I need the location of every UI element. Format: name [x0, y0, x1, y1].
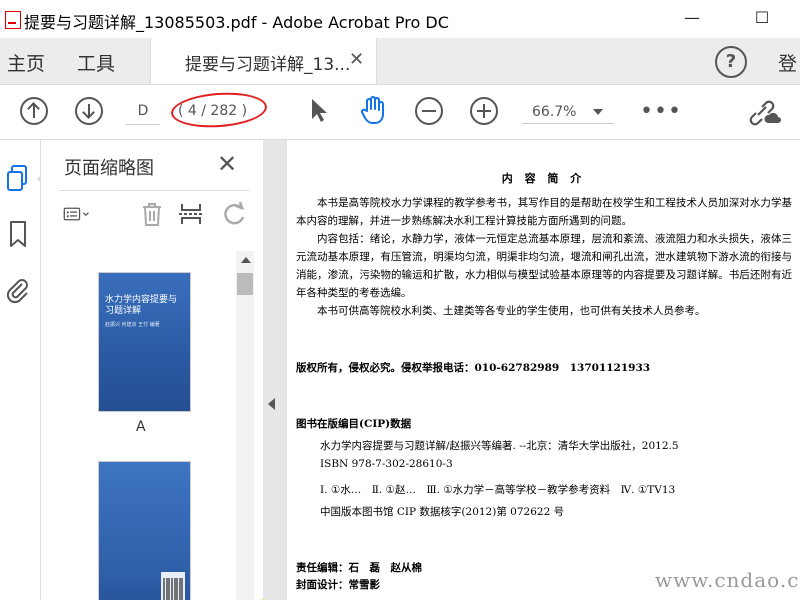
rotate-page-icon[interactable] [221, 200, 249, 228]
acrobat-icon [5, 11, 21, 29]
document-tab-label: 提要与习题详解_13... [185, 55, 351, 75]
bookmarks-icon[interactable] [8, 220, 28, 248]
options-menu-icon[interactable] [63, 200, 91, 228]
tab-home[interactable]: 主页 [7, 49, 45, 76]
hand-tool-icon[interactable] [358, 95, 388, 125]
page-number-input[interactable]: D [126, 98, 160, 125]
zoom-dropdown-icon[interactable] [593, 109, 603, 115]
delete-page-icon[interactable] [138, 200, 166, 228]
scrollbar-thumb[interactable] [237, 273, 253, 295]
cover-design-line: 封面设计：常雪影 [296, 579, 380, 591]
menu-tabbar: 主页 工具 提要与习题详解_13... ✕ ? 登 [0, 38, 800, 85]
cip-classification: Ⅰ. ①水… Ⅱ. ①赵… Ⅲ. ①水力学－高等学校－教学参考资料 Ⅳ. ①TV… [320, 484, 676, 496]
content-paragraph: 内容包括：绪论，水静力学，液体一元恒定总流基本原理，层流和紊流、液流阻力和水头损… [296, 233, 792, 299]
panel-title: 页面缩略图 [64, 158, 154, 179]
page-thumbnails-icon[interactable] [6, 164, 32, 192]
maximize-button[interactable]: ☐ [742, 8, 782, 30]
minimize-button[interactable]: — [672, 8, 712, 30]
cip-number: 中国版本图书馆 CIP 数据核字(2012)第 072622 号 [320, 506, 565, 518]
window-title: 提要与习题详解_13085503.pdf - Adobe Acrobat Pro… [24, 13, 449, 32]
cip-title-line: 水力学内容提要与习题详解/赵振兴等编著. --北京：清华大学出版社，2012.5 [320, 440, 679, 452]
navigation-rail [0, 140, 41, 600]
more-tools-icon[interactable]: ••• [640, 99, 682, 124]
extract-pages-icon[interactable] [177, 200, 205, 228]
tab-tools[interactable]: 工具 [77, 49, 115, 76]
red-circle-annotation [169, 89, 269, 131]
next-page-icon[interactable] [75, 97, 103, 125]
zoom-out-icon[interactable] [415, 97, 443, 125]
title-bar: 提要与习题详解_13085503.pdf - Adobe Acrobat Pro… [0, 0, 800, 38]
editor-line: 责任编辑：石 磊 赵从棉 [296, 562, 422, 574]
barcode-image [161, 572, 185, 600]
thumbnail-panel: 页面缩略图 ✕ 水力学内容提要与习题详解 赵振兴 何建京 王忖 编著 A [41, 140, 262, 600]
thumbnail-list: 水力学内容提要与习题详解 赵振兴 何建京 王忖 编著 A [41, 251, 262, 600]
intro-paragraph: 本书是高等院校水力学课程的教学参考书，其写作目的是帮助在校学生和工程技术人员加深… [296, 197, 792, 227]
share-link-icon[interactable] [748, 95, 782, 127]
document-tab[interactable]: 提要与习题详解_13... ✕ [150, 38, 377, 84]
copyright-line: 版权所有，侵权必究。侵权举报电话：010-62782989 1370112193… [296, 362, 651, 374]
close-panel-icon[interactable]: ✕ [217, 150, 237, 178]
collapse-panel-icon[interactable] [268, 398, 275, 410]
scroll-up-icon[interactable] [241, 257, 251, 263]
close-tab-icon[interactable]: ✕ [349, 49, 364, 70]
help-button[interactable]: ? [715, 46, 747, 78]
cover-subtitle: 赵振兴 何建京 王忖 编著 [105, 322, 160, 328]
previous-page-icon[interactable] [20, 97, 48, 125]
attachments-icon[interactable] [6, 276, 30, 304]
panel-divider [59, 190, 249, 191]
audience-paragraph: 本书可供高等院校水利类、土建类等各专业的学生使用，也可供有关技术人员参考。 [317, 305, 706, 317]
site-watermark: www.cndao.com [655, 568, 800, 592]
pdf-page: 内 容 简 介 本书是高等院校水力学课程的教学参考书，其写作目的是帮助在校学生和… [287, 140, 800, 600]
cip-isbn: ISBN 978-7-302-28610-3 [320, 458, 453, 470]
cip-heading: 图书在版编目(CIP)数据 [296, 418, 412, 430]
zoom-in-icon[interactable] [470, 97, 498, 125]
page-heading: 内 容 简 介 [501, 172, 586, 185]
page-thumbnail-next[interactable] [99, 462, 190, 600]
thumbnail-scrollbar[interactable] [236, 251, 254, 600]
login-button[interactable]: 登 [778, 49, 797, 76]
page-thumbnail-a[interactable]: 水力学内容提要与习题详解 赵振兴 何建京 王忖 编著 [99, 273, 190, 411]
cover-title: 水力学内容提要与习题详解 [105, 295, 178, 316]
thumbnail-label: A [136, 419, 146, 435]
select-cursor-icon[interactable] [308, 97, 330, 123]
toolbar: D ( 4 / 282 ) 66.7% ••• [0, 85, 800, 140]
